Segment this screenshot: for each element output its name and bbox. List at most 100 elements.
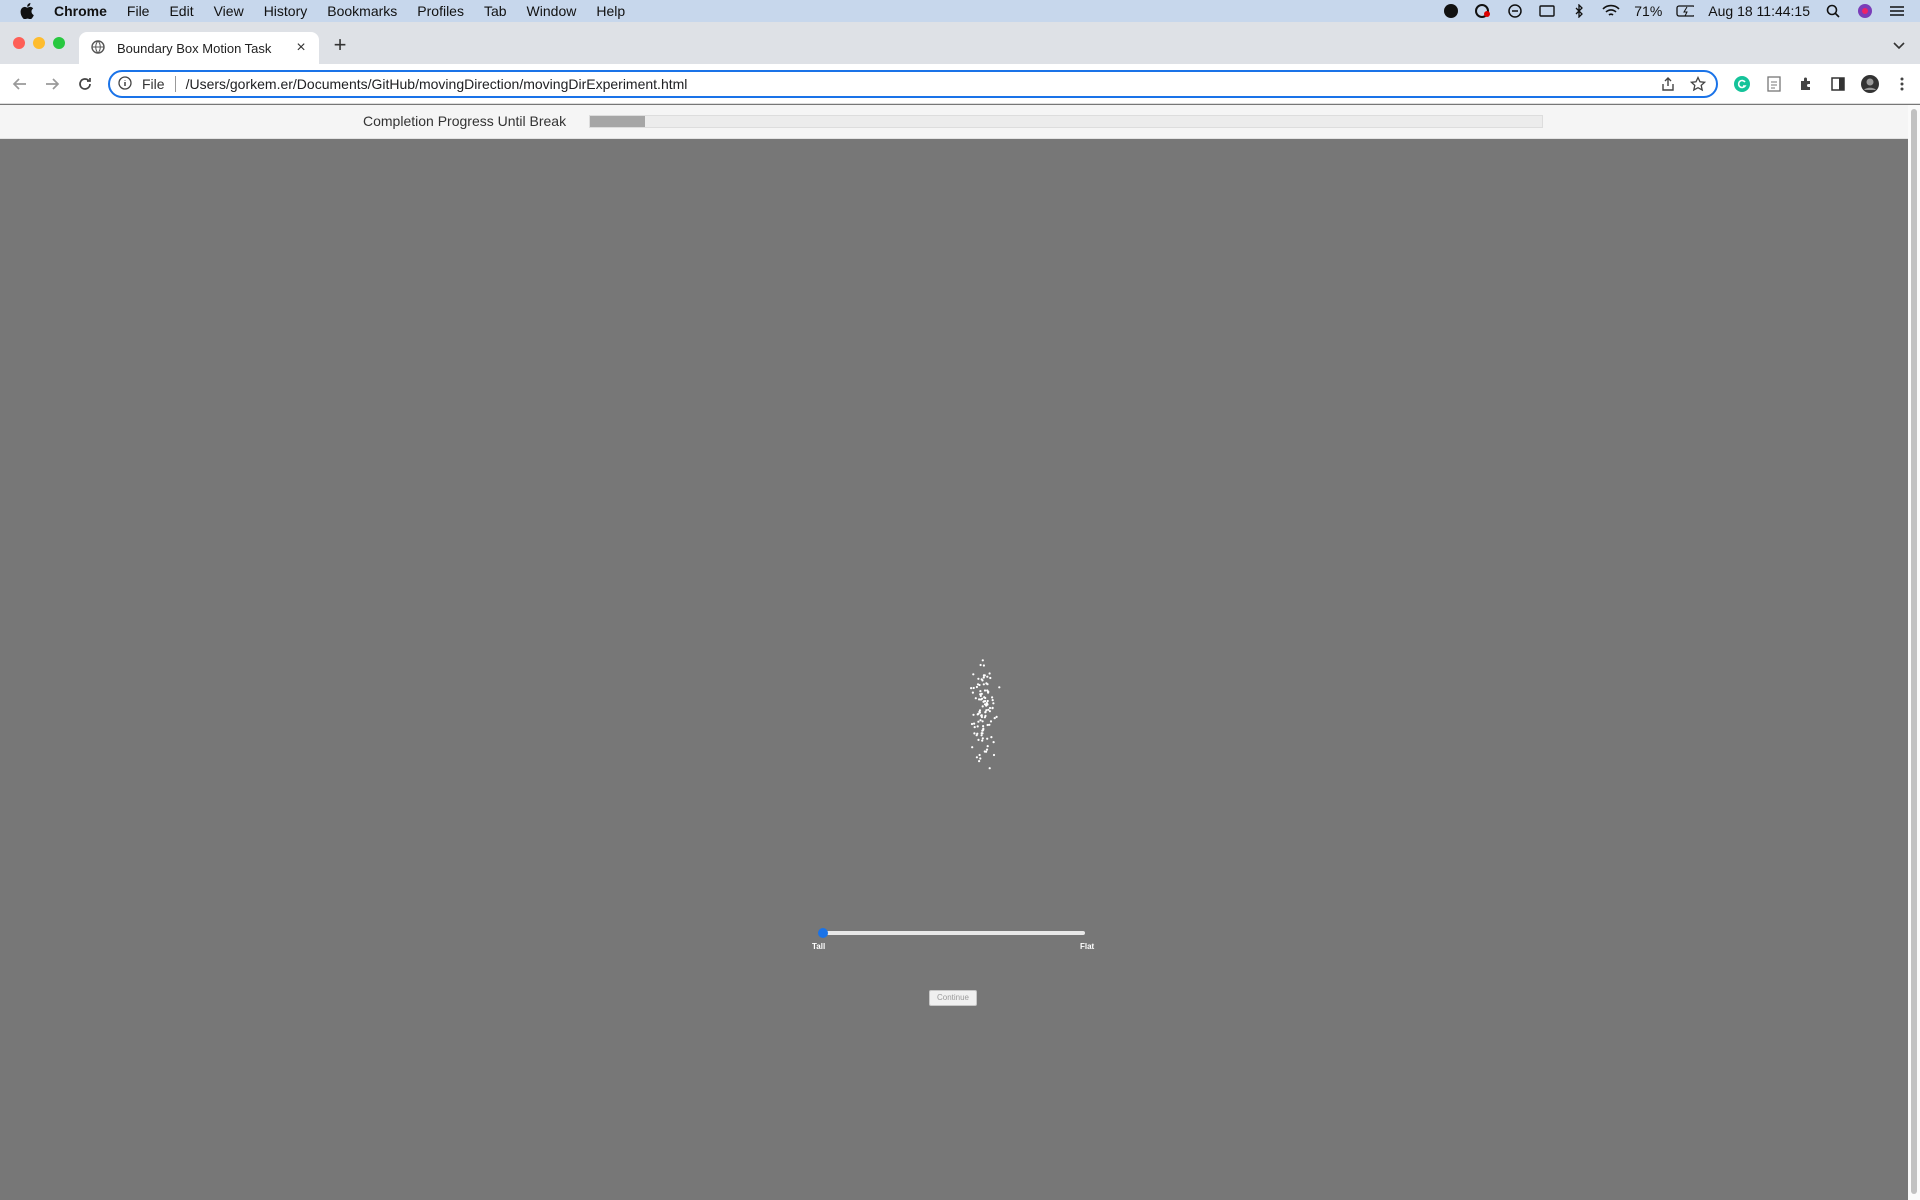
stimulus-dot	[976, 725, 979, 728]
tab-close-icon[interactable]: ×	[293, 40, 309, 56]
stimulus-dot	[987, 691, 990, 694]
stimulus-dot	[990, 736, 993, 739]
slider-track[interactable]	[821, 931, 1085, 935]
stimulus-dot	[971, 746, 974, 749]
stimulus-dot	[977, 738, 980, 741]
tab-boundary-box-motion-task[interactable]: Boundary Box Motion Task ×	[79, 32, 319, 64]
stimulus-dot	[976, 732, 979, 735]
stimulus-dot	[992, 702, 995, 705]
stimulus-dot	[983, 696, 986, 699]
profile-avatar[interactable]	[1860, 74, 1880, 94]
menu-edit[interactable]: Edit	[159, 0, 203, 22]
page-scrollbar[interactable]	[1908, 105, 1920, 1200]
scrollbar-thumb[interactable]	[1911, 109, 1917, 1194]
menu-file[interactable]: File	[117, 0, 160, 22]
stimulus-dot	[991, 699, 994, 702]
record-icon[interactable]	[1442, 3, 1460, 19]
url-text[interactable]: /Users/gorkem.er/Documents/GitHub/moving…	[186, 76, 688, 92]
stimulus-dot	[982, 664, 985, 667]
creative-cloud-icon[interactable]	[1474, 3, 1492, 19]
back-arrow-icon[interactable]	[10, 74, 30, 94]
spotlight-search-icon[interactable]	[1824, 3, 1842, 19]
menu-profiles[interactable]: Profiles	[407, 0, 474, 22]
continue-button[interactable]: Continue	[929, 990, 977, 1006]
stimulus-dot	[991, 706, 994, 709]
window-zoom-button[interactable]	[53, 37, 65, 49]
stimulus-dot	[984, 714, 987, 717]
stimulus-dot	[986, 675, 989, 678]
stimulus-dot	[981, 729, 984, 732]
side-panel-icon[interactable]	[1828, 74, 1848, 94]
stimulus-dot	[981, 737, 984, 740]
control-center-icon[interactable]	[1888, 3, 1906, 19]
stimulus-dot	[979, 719, 982, 722]
stimulus-dot	[981, 705, 984, 708]
display-icon[interactable]	[1538, 3, 1556, 19]
stimulus-dot	[986, 745, 989, 748]
window-close-button[interactable]	[13, 37, 25, 49]
chrome-menu-kebab-icon[interactable]	[1892, 74, 1912, 94]
reload-icon[interactable]	[75, 74, 95, 94]
stimulus-dot	[979, 663, 982, 667]
reader-extension-icon[interactable]	[1764, 74, 1784, 94]
menu-view[interactable]: View	[204, 0, 254, 22]
stimulus-dot	[988, 710, 991, 713]
tab-strip: Boundary Box Motion Task × +	[0, 22, 1920, 64]
stimulus-dot	[986, 737, 989, 740]
stimulus-dot	[975, 685, 978, 689]
response-slider[interactable]: Tall Flat	[812, 927, 1094, 967]
address-bar[interactable]: File /Users/gorkem.er/Documents/GitHub/m…	[108, 70, 1718, 98]
menu-window[interactable]: Window	[517, 0, 587, 22]
siri-icon[interactable]	[1856, 3, 1874, 19]
stimulus-dot	[983, 674, 986, 677]
grammarly-icon[interactable]	[1732, 74, 1752, 94]
stimulus-dot	[982, 683, 985, 686]
browser-toolbar: File /Users/gorkem.er/Documents/GitHub/m…	[0, 64, 1920, 104]
window-minimize-button[interactable]	[33, 37, 45, 49]
progress-track	[589, 115, 1543, 128]
stimulus-dot	[974, 697, 977, 700]
slider-thumb[interactable]	[818, 928, 828, 938]
stimulus-dot	[975, 756, 978, 759]
stimulus-dot	[993, 717, 996, 720]
stimulus-dot	[985, 748, 989, 751]
stimulus-dot	[981, 659, 984, 662]
new-tab-icon[interactable]: +	[330, 34, 350, 56]
stimulus-dot	[979, 690, 982, 693]
battery-icon[interactable]	[1676, 3, 1695, 19]
sync-icon[interactable]	[1506, 3, 1524, 19]
stimulus-dot	[985, 702, 988, 705]
stimulus-dot	[972, 713, 975, 716]
bluetooth-icon[interactable]	[1570, 3, 1588, 19]
apple-icon[interactable]	[18, 0, 36, 22]
stimulus-dot	[978, 760, 981, 763]
stimulus-dot	[979, 757, 982, 760]
wifi-icon[interactable]	[1602, 3, 1620, 19]
menu-app-chrome[interactable]: Chrome	[54, 0, 117, 22]
bookmark-star-icon[interactable]	[1689, 75, 1707, 95]
site-info-icon[interactable]	[118, 76, 134, 92]
menu-bookmarks[interactable]: Bookmarks	[317, 0, 407, 22]
stimulus-dot	[991, 696, 994, 699]
stimulus-dot	[981, 732, 984, 735]
extensions-puzzle-icon[interactable]	[1796, 74, 1816, 94]
share-icon[interactable]	[1660, 76, 1676, 95]
stimulus-dot	[986, 689, 989, 692]
stimulus-dot	[995, 715, 998, 718]
stimulus-dot	[988, 672, 991, 675]
tab-title: Boundary Box Motion Task	[117, 40, 272, 56]
stimulus-dot	[986, 699, 989, 703]
forward-arrow-icon[interactable]	[42, 74, 62, 94]
menu-history[interactable]: History	[254, 0, 318, 22]
stimulus-dot	[972, 673, 975, 676]
menu-help[interactable]: Help	[586, 0, 635, 22]
slider-label-max: Flat	[1080, 942, 1095, 951]
stimulus-dot	[973, 732, 976, 735]
menubar-clock[interactable]: Aug 18 11:44:15	[1708, 3, 1810, 19]
experiment-page: Completion Progress Until Break Tall Fla…	[0, 105, 1908, 1200]
menu-tab[interactable]: Tab	[474, 0, 517, 22]
dot-motion-stimulus	[970, 659, 1001, 770]
stimulus-dot	[976, 683, 980, 686]
tab-search-chevron-icon[interactable]	[1892, 38, 1906, 52]
stimulus-dot	[981, 679, 984, 682]
